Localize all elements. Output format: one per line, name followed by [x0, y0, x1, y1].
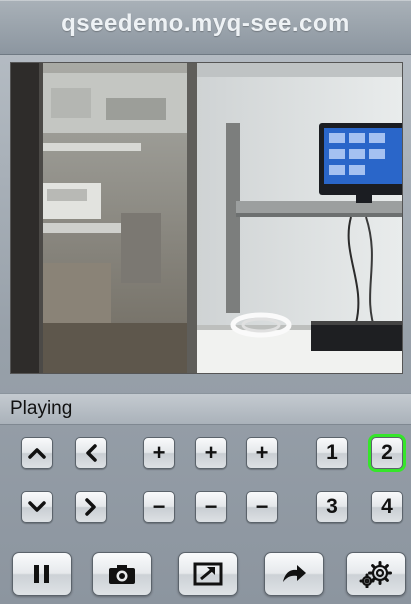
focus-far-button[interactable]: −	[195, 491, 227, 523]
pan-right-button[interactable]	[75, 491, 107, 523]
fullscreen-icon	[193, 562, 223, 586]
chevron-up-icon	[28, 448, 46, 459]
channel-3-button[interactable]: 3	[316, 491, 348, 523]
channel-label: 2	[381, 441, 393, 464]
pan-left-button[interactable]	[75, 437, 107, 469]
bottom-toolbar	[0, 548, 411, 604]
pause-button[interactable]	[12, 552, 72, 596]
iris-open-button[interactable]: +	[246, 437, 278, 469]
minus-label: −	[152, 494, 166, 519]
chevron-left-icon	[86, 444, 97, 462]
plus-label: +	[204, 440, 218, 465]
tilt-up-button[interactable]	[21, 437, 53, 469]
camera-video-feed[interactable]	[10, 62, 403, 374]
plus-label: +	[152, 440, 166, 465]
channel-4-button[interactable]: 4	[371, 491, 403, 523]
chevron-right-icon	[85, 498, 96, 516]
chevron-down-icon	[28, 501, 46, 512]
forward-button[interactable]	[264, 552, 324, 596]
plus-label: +	[255, 440, 269, 465]
minus-label: −	[255, 494, 269, 519]
pause-icon	[34, 565, 49, 583]
channel-label: 4	[381, 495, 393, 518]
video-frame-image	[11, 63, 402, 373]
channel-label: 1	[326, 441, 338, 464]
zoom-out-button[interactable]: −	[143, 491, 175, 523]
channel-2-button[interactable]: 2	[371, 437, 403, 469]
zoom-in-button[interactable]: +	[143, 437, 175, 469]
gear-icon	[359, 561, 392, 588]
host-title: qseedemo.myq-see.com	[61, 10, 350, 37]
iris-close-button[interactable]: −	[246, 491, 278, 523]
channel-label: 3	[326, 495, 338, 518]
status-bar: Playing	[0, 393, 411, 425]
minus-label: −	[204, 494, 218, 519]
playback-status: Playing	[10, 398, 73, 419]
camera-icon	[109, 565, 135, 584]
fullscreen-button[interactable]	[178, 552, 238, 596]
snapshot-button[interactable]	[92, 552, 152, 596]
camera-viewer-app: qseedemo.myq-see.com Playing + + + 1 2 −…	[0, 0, 411, 604]
share-arrow-icon	[283, 565, 306, 582]
tilt-down-button[interactable]	[21, 491, 53, 523]
focus-near-button[interactable]: +	[195, 437, 227, 469]
settings-button[interactable]	[346, 552, 406, 596]
title-bar: qseedemo.myq-see.com	[0, 0, 411, 55]
channel-1-button[interactable]: 1	[316, 437, 348, 469]
